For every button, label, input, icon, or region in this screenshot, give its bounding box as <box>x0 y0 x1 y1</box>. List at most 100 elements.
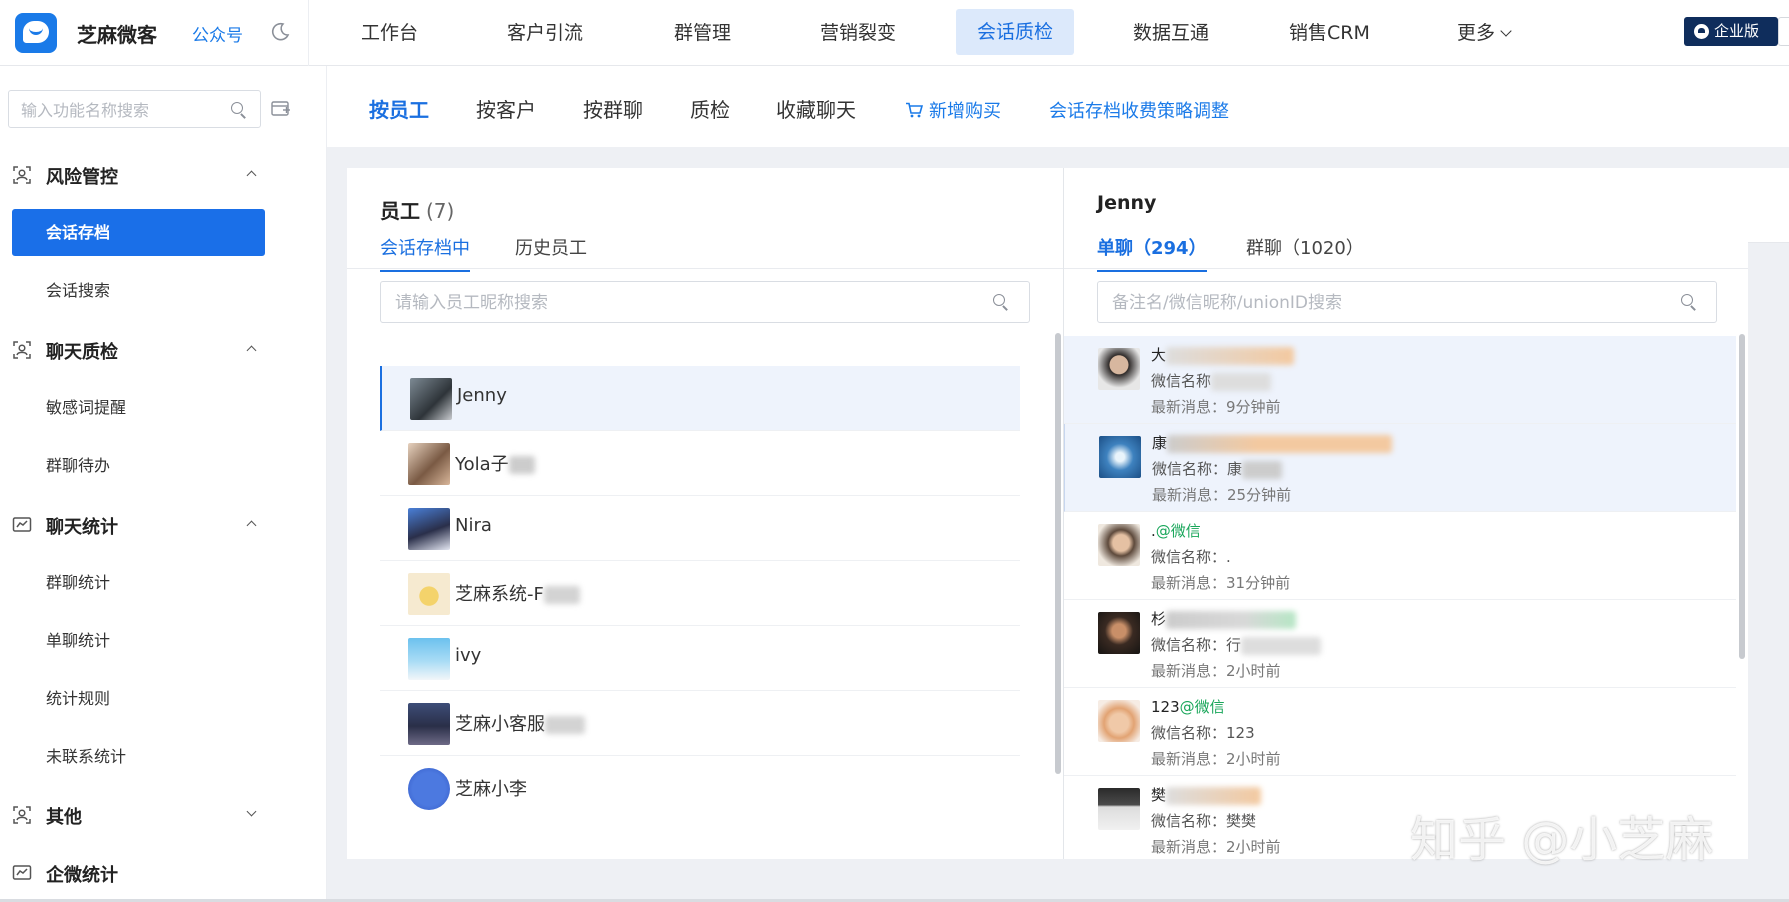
function-search-input[interactable] <box>21 98 221 122</box>
sidebar-group-chat-statistics[interactable]: 聊天统计 <box>0 505 280 545</box>
employee-row[interactable]: Yola子 <box>380 431 1020 496</box>
nav-customer-acquisition[interactable]: 客户引流 <box>507 0 583 66</box>
employee-count: (7) <box>426 199 455 223</box>
divider <box>347 268 1063 269</box>
contact-name: 康 <box>1152 432 1393 453</box>
title-text: 员工 <box>380 199 420 223</box>
contact-row[interactable]: 123@微信 微信名称：123 最新消息：2小时前 <box>1064 688 1736 776</box>
sidebar-item-group-todo[interactable]: 群聊待办 <box>12 442 265 489</box>
archive-fee-policy-link[interactable]: 会话存档收费策略调整 <box>1049 97 1229 123</box>
wechat-tag: @微信 <box>1155 522 1201 540</box>
nav-session-inspection[interactable]: 会话质检 <box>956 9 1075 55</box>
wechat-name-value: 樊樊 <box>1226 812 1257 830</box>
contact-last-message: 最新消息：2小时前 <box>1151 660 1281 681</box>
dark-mode-moon-icon[interactable] <box>270 22 290 42</box>
tab-group-chat[interactable]: 群聊（1020） <box>1246 234 1364 270</box>
sidebar: 风险管控 会话存档 会话搜索 聊天质检 敏感词提醒 群聊待办 聊天统计 群聊统计… <box>0 66 327 902</box>
nav-group-management[interactable]: 群管理 <box>674 0 731 66</box>
sidebar-item-session-archive[interactable]: 会话存档 <box>12 209 265 256</box>
search-icon[interactable] <box>1681 294 1697 310</box>
employee-search-input[interactable] <box>395 291 946 315</box>
contact-row[interactable]: 杉 微信名称：行 最新消息：2小时前 <box>1064 600 1736 688</box>
employee-row[interactable]: ivy <box>380 626 1020 691</box>
watermark: 知乎 @小芝麻 <box>1410 812 1714 868</box>
sidebar-group-label: 风险管控 <box>46 167 118 188</box>
sidebar-item-stats-rules[interactable]: 统计规则 <box>12 675 265 722</box>
nav-more[interactable]: 更多 <box>1457 0 1512 66</box>
search-icon[interactable] <box>231 102 247 118</box>
sidebar-group-chat-inspection[interactable]: 聊天质检 <box>0 330 280 370</box>
avatar <box>408 443 450 485</box>
new-purchase-link[interactable]: 新增购买 <box>905 97 1001 123</box>
wechat-name-label: 微信名称： <box>1151 724 1227 742</box>
contact-row[interactable]: 大 微信名称 最新消息：9分钟前 <box>1064 336 1736 424</box>
employee-search-box[interactable] <box>380 281 1030 323</box>
nav-data-interop[interactable]: 数据互通 <box>1133 0 1209 66</box>
enterprise-label: 企业版 <box>1714 22 1760 40</box>
redacted-blur <box>1166 786 1262 805</box>
contact-wechat-name: 微信名称：樊樊 <box>1151 810 1256 831</box>
sidebar-group-risk-control[interactable]: 风险管控 <box>0 155 280 195</box>
tab-history-employees[interactable]: 历史员工 <box>515 234 587 270</box>
person-scan-icon <box>13 166 31 184</box>
contact-search-input[interactable] <box>1112 291 1638 315</box>
contact-last-message: 最新消息：2小时前 <box>1151 836 1281 857</box>
divider <box>308 0 309 66</box>
employee-row[interactable]: Nira <box>380 496 1020 561</box>
contact-last-message: 最新消息：25分钟前 <box>1152 484 1291 505</box>
enterprise-edition-badge[interactable]: 企业版 <box>1684 17 1778 46</box>
employee-name: 芝麻系统-F <box>455 580 580 606</box>
nav-marketing-fission[interactable]: 营销裂变 <box>820 0 896 66</box>
sidebar-item-uncontacted-stats[interactable]: 未联系统计 <box>12 733 265 780</box>
avatar <box>1098 348 1140 390</box>
employee-name: 芝麻小客服 <box>455 710 585 736</box>
official-account-link[interactable]: 公众号 <box>192 21 243 46</box>
employee-row[interactable]: 芝麻小李 <box>380 756 1020 821</box>
tab-by-employee[interactable]: 按员工 <box>369 94 429 123</box>
function-search-box[interactable] <box>8 90 261 128</box>
collapse-menu-icon[interactable] <box>271 100 291 118</box>
employee-name-text: 芝麻小客服 <box>455 714 545 735</box>
sidebar-item-sensitive-words[interactable]: 敏感词提醒 <box>12 384 265 431</box>
sidebar-group-wecom-statistics[interactable]: 企微统计 <box>0 853 280 893</box>
contact-list-scrollbar[interactable] <box>1739 334 1745 659</box>
contact-search-box[interactable] <box>1097 281 1717 323</box>
tab-favorite-chats[interactable]: 收藏聊天 <box>776 94 856 123</box>
wechat-name-value: 123 <box>1226 724 1255 742</box>
redacted-blur <box>1167 434 1393 453</box>
chevron-down-icon <box>1500 25 1512 37</box>
sidebar-item-session-search[interactable]: 会话搜索 <box>12 267 265 314</box>
employee-row[interactable]: 芝麻系统-F <box>380 561 1020 626</box>
sidebar-group-label: 企微统计 <box>46 865 118 886</box>
tab-by-customer[interactable]: 按客户 <box>476 94 536 123</box>
contact-row[interactable]: 康 微信名称：康 最新消息：25分钟前 <box>1064 424 1736 512</box>
tab-single-chat[interactable]: 单聊（294） <box>1097 234 1207 272</box>
wechat-name-value: . <box>1226 548 1231 566</box>
last-message-time: 31分钟前 <box>1226 574 1291 592</box>
employee-row[interactable]: Jenny <box>380 366 1020 431</box>
employee-row[interactable]: 芝麻小客服 <box>380 691 1020 756</box>
chevron-up-icon <box>246 520 257 531</box>
avatar <box>408 768 450 810</box>
sidebar-group-label: 其他 <box>46 807 82 828</box>
last-message-time: 25分钟前 <box>1227 486 1292 504</box>
search-icon[interactable] <box>993 294 1009 310</box>
nav-sales-crm[interactable]: 销售CRM <box>1289 0 1370 66</box>
enterprise-icon <box>1694 24 1709 39</box>
sidebar-item-single-chat-stats[interactable]: 单聊统计 <box>12 617 265 664</box>
employee-list-scrollbar[interactable] <box>1055 333 1061 774</box>
user-menu-edge[interactable] <box>1778 17 1789 46</box>
app-logo-icon[interactable] <box>15 13 57 53</box>
last-message-label: 最新消息： <box>1151 574 1227 592</box>
tab-inspection[interactable]: 质检 <box>690 94 730 123</box>
contact-name: 杉 <box>1151 608 1297 629</box>
avatar <box>410 378 452 420</box>
redacted-blur <box>1242 460 1283 479</box>
contact-row[interactable]: .@微信 微信名称：. 最新消息：31分钟前 <box>1064 512 1736 600</box>
nav-workbench[interactable]: 工作台 <box>361 0 418 66</box>
tab-archiving-employees[interactable]: 会话存档中 <box>380 234 470 272</box>
sidebar-group-other[interactable]: 其他 <box>0 795 280 835</box>
tab-by-group-chat[interactable]: 按群聊 <box>583 94 643 123</box>
employee-name: 芝麻小李 <box>455 779 527 800</box>
sidebar-item-group-chat-stats[interactable]: 群聊统计 <box>12 559 265 606</box>
